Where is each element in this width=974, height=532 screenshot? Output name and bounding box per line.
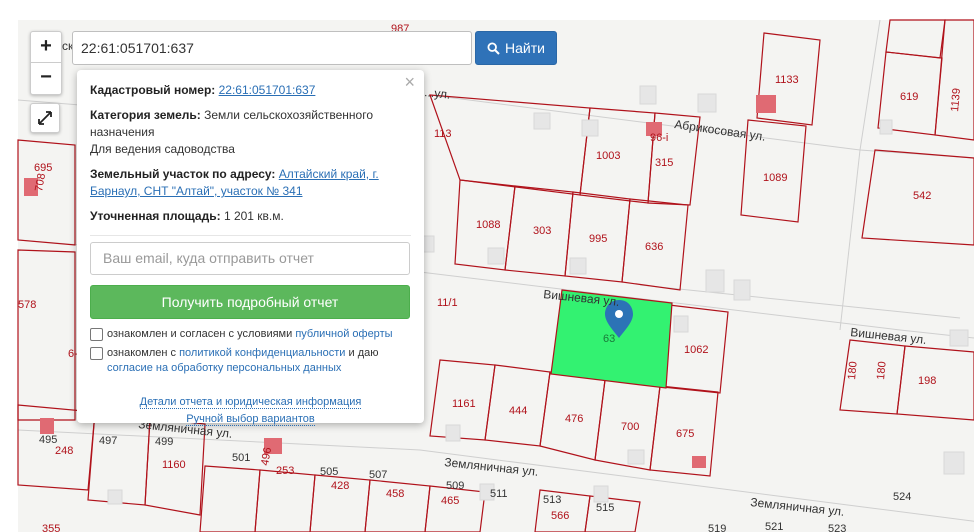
parcel-label: 511	[490, 488, 508, 500]
street-fragment: 96-i	[650, 132, 668, 144]
parcel-label: 521	[765, 521, 783, 532]
parcel-label: 675	[676, 428, 694, 440]
parcel-label: 515	[596, 502, 614, 514]
popup-footer-links: Детали отчета и юридическая информация Р…	[90, 394, 411, 428]
parcel-label: 315	[655, 157, 673, 169]
offer-checkbox[interactable]	[90, 328, 103, 341]
parcel-label: 507	[369, 469, 387, 481]
parcel-label: 566	[551, 510, 569, 522]
parcel-label: 1062	[684, 344, 708, 356]
parcel-label: 303	[533, 225, 551, 237]
parcel-label: 497	[99, 435, 117, 447]
search-input[interactable]	[72, 31, 472, 65]
parcel-label: 1161	[452, 398, 476, 410]
area-row: Уточненная площадь: 1 201 кв.м.	[90, 208, 411, 225]
parcel-label: 496	[259, 446, 274, 466]
privacy-policy-link[interactable]: политикой конфиденциальности	[179, 347, 345, 359]
parcel-label: 180	[875, 361, 889, 380]
parcel-label: 708	[33, 172, 48, 192]
parcel-label: 1139	[949, 88, 963, 113]
zoom-control: + −	[30, 31, 62, 95]
divider	[90, 235, 411, 236]
parcel-label: 524	[893, 491, 911, 503]
street-label: ...ул.	[424, 85, 451, 102]
street-label: Земляничная ул.	[444, 455, 539, 479]
parcel-info-popup: × Кадастровый номер: 22:61:051701:637 Ка…	[77, 70, 424, 426]
parcel-label: 619	[900, 91, 918, 103]
parcel-label: 458	[386, 488, 404, 500]
parcel-label: 578	[18, 299, 36, 311]
parcel-label: 509	[446, 480, 464, 492]
privacy-checkbox[interactable]	[90, 347, 103, 360]
privacy-consent: ознакомлен с политикой конфиденциальност…	[90, 346, 411, 376]
parcel-label: 253	[276, 465, 294, 477]
address-label: Земельный участок по адресу:	[90, 167, 276, 181]
street-label: Абрикосовая ул.	[674, 117, 767, 144]
parcel-label: 542	[913, 190, 931, 202]
parcel-label: 63	[603, 333, 615, 345]
search-button[interactable]: Найти	[475, 31, 557, 65]
parcel-label: 523	[828, 523, 846, 532]
fullscreen-button[interactable]	[30, 103, 60, 133]
parcel-label: 113	[434, 128, 452, 140]
category-row: Категория земель: Земли сельскохозяйстве…	[90, 107, 411, 158]
parcel-label: 501	[232, 452, 250, 464]
offer-consent-text: ознакомлен и согласен с условиями публич…	[107, 327, 393, 342]
details-link[interactable]: Детали отчета и юридическая информация	[139, 396, 362, 409]
parcel-label: 248	[55, 445, 73, 457]
parcel-label: 465	[441, 495, 459, 507]
usage-value: Для ведения садоводства	[90, 142, 235, 156]
public-offer-link[interactable]: публичной оферты	[295, 328, 392, 340]
parcel-label: 513	[543, 494, 561, 506]
parcel-label: 505	[320, 466, 338, 478]
manual-selection-link[interactable]: Ручной выбор вариантов	[186, 413, 315, 426]
privacy-consent-mid: и даю	[348, 347, 379, 359]
area-value: 1 201 кв.м.	[223, 209, 284, 223]
zoom-out-button[interactable]: −	[31, 62, 61, 93]
parcel-label: 428	[331, 480, 349, 492]
expand-icon	[38, 111, 52, 125]
search-button-label: Найти	[505, 40, 545, 56]
parcel-label: 1088	[476, 219, 500, 231]
cadastral-label: Кадастровый номер:	[90, 83, 216, 97]
parcel-label: 695	[34, 162, 52, 174]
parcel-label: 1003	[596, 150, 620, 162]
parcel-label: 476	[565, 413, 583, 425]
email-placeholder: Ваш email, куда отправить отчет	[103, 250, 314, 266]
parcel-label: 499	[155, 436, 173, 448]
close-icon[interactable]: ×	[404, 73, 415, 91]
parcel-label: 1133	[775, 74, 799, 86]
address-row: Земельный участок по адресу: Алтайский к…	[90, 166, 411, 200]
parcel-label: 1089	[763, 172, 787, 184]
parcel-label: 444	[509, 405, 527, 417]
parcel-label: 180	[846, 361, 860, 380]
parcel-label: 355	[42, 523, 60, 532]
privacy-consent-text: ознакомлен с политикой конфиденциальност…	[107, 346, 379, 376]
search-icon	[487, 41, 500, 55]
privacy-consent-prefix: ознакомлен с	[107, 347, 177, 359]
area-label: Уточненная площадь:	[90, 209, 221, 223]
parcel-label: 198	[918, 375, 936, 387]
parcel-label: 995	[589, 233, 607, 245]
zoom-in-button[interactable]: +	[31, 32, 61, 62]
parcel-label: 700	[621, 421, 639, 433]
parcel-label: 1160	[162, 459, 186, 471]
personal-data-link[interactable]: согласие на обработку персональных данны…	[107, 362, 341, 374]
cadastral-number-link[interactable]: 22:61:051701:637	[219, 83, 316, 97]
category-label: Категория земель:	[90, 108, 201, 122]
offer-consent-prefix: ознакомлен и согласен с условиями	[107, 328, 293, 340]
parcel-label: 519	[708, 523, 726, 532]
street-fragment: 11/1	[437, 297, 458, 309]
cadastral-row: Кадастровый номер: 22:61:051701:637	[90, 82, 411, 99]
parcel-label: 636	[645, 241, 663, 253]
email-field[interactable]: Ваш email, куда отправить отчет	[90, 242, 410, 275]
get-report-button[interactable]: Получить подробный отчет	[90, 285, 410, 319]
offer-consent: ознакомлен и согласен с условиями публич…	[90, 327, 411, 342]
